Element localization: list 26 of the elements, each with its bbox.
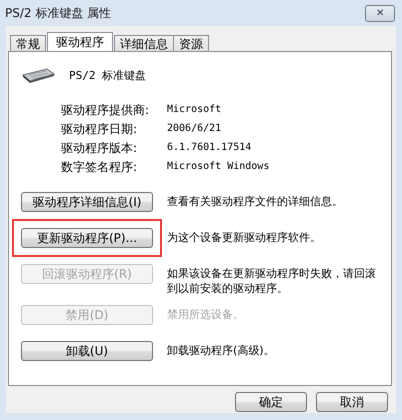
property-value: Microsoft [167,103,222,117]
property-label: 驱动程序提供商: [61,103,150,117]
action-button[interactable]: 卸载(U) [21,341,153,361]
tab[interactable]: 常规 [10,35,46,51]
property-value: Microsoft Windows [167,160,270,174]
action-description: 如果该设备在更新驱动程序时失败，请回滚到以前安装的驱动程序。 [167,266,377,296]
action-description: 卸载驱动程序(高级)。 [167,343,276,358]
tab[interactable]: 资源 [173,35,209,51]
action-description: 为这个设备更新驱动程序软件。 [167,230,322,245]
property-label: 数字签名程序: [61,160,138,174]
action-button[interactable]: 驱动程序详细信息(I) [21,192,153,212]
action-description: 查看有关驱动程序文件的详细信息。 [167,194,344,209]
dialog-button[interactable]: 取消 [316,392,388,412]
tab[interactable]: 详细信息 [114,35,174,51]
window-title: PS/2 标准键盘 属性 [5,4,112,22]
property-value: 2006/6/21 [167,122,222,136]
device-name: PS/2 标准键盘 [69,68,146,82]
property-label: 驱动程序版本: [61,141,138,155]
keyboard-icon [21,66,55,84]
action-description: 禁用所选设备。 [167,307,245,322]
dialog-button[interactable]: 确定 [235,392,307,412]
property-value: 6.1.7601.17514 [167,141,252,155]
action-button[interactable]: 更新驱动程序(P)... [21,228,153,248]
tab[interactable]: 驱动程序 [47,32,113,51]
property-label: 驱动程序日期: [61,122,138,136]
close-button[interactable]: ✕ [365,4,395,22]
